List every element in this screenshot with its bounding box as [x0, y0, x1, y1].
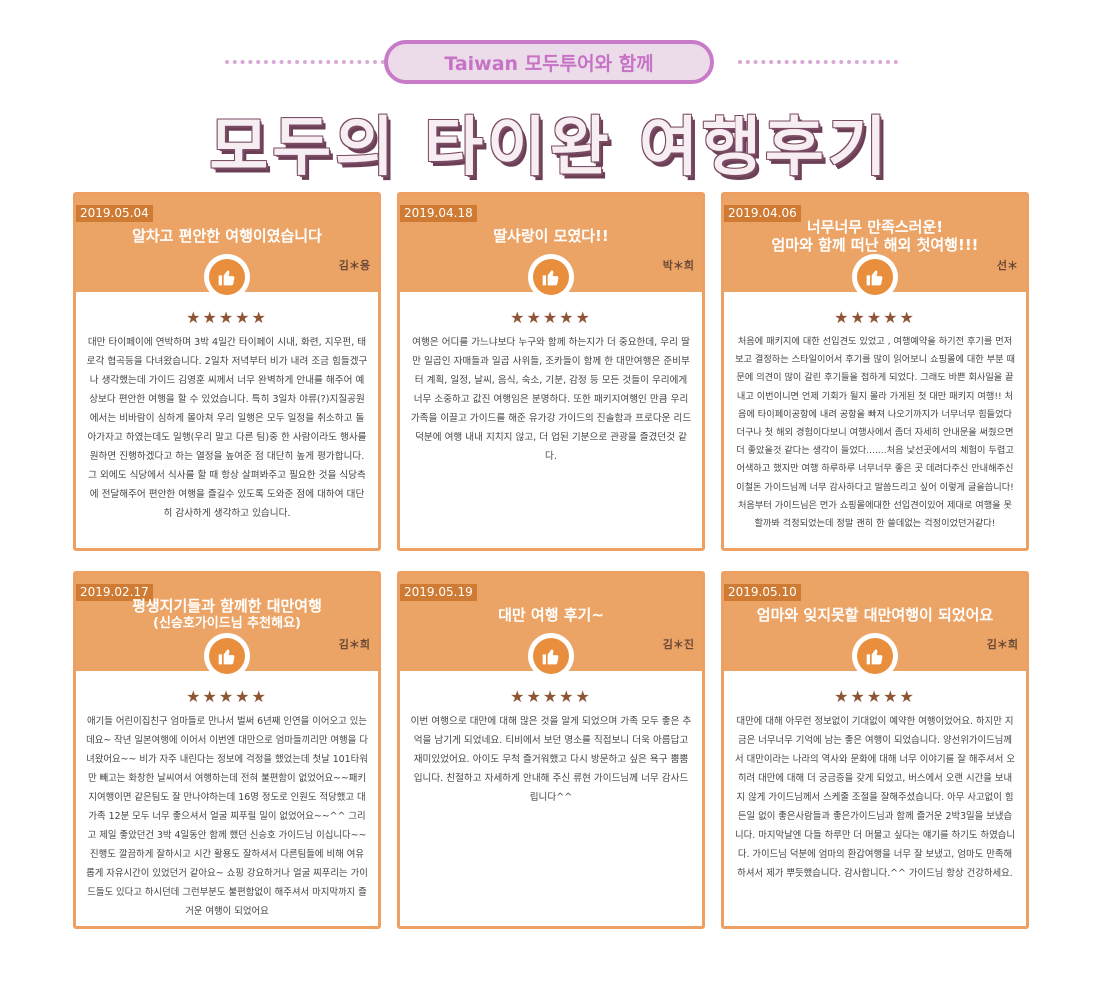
review-card: 2019.05.04 알차고 편안한 여행이였습니다 김＊용 ★★★★★ 대만 … [73, 192, 381, 551]
review-card: 2019.02.17 평생지기들과 함께한 대만여행 (신승호가이드님 추천해요… [73, 571, 381, 929]
thumbs-up-badge [204, 633, 250, 679]
thumbs-up-badge [852, 633, 898, 679]
review-text: 대만 타이페이에 연박하며 3박 4일간 타이페이 시내, 화련, 지우펀, 태… [86, 337, 368, 519]
review-title: 알차고 편안한 여행이였습니다 [132, 227, 322, 245]
review-text: 처음에 패키지에 대한 선입견도 있었고 , 여행예약을 하기전 후기를 먼저 … [735, 336, 1015, 530]
review-title-line1: 평생지기들과 함께한 대만여행 [132, 597, 322, 615]
star-rating: ★★★★★ [510, 687, 592, 706]
review-date: 2019.05.04 [76, 205, 153, 222]
review-card-header: 2019.02.17 평생지기들과 함께한 대만여행 (신승호가이드님 추천해요… [76, 574, 378, 679]
review-subtitle: (신승호가이드님 추천해요) [153, 616, 301, 631]
review-card-header: 2019.05.19 대만 여행 후기~ 김＊진 [400, 574, 702, 679]
review-card: 2019.04.06 너무너무 만족스러운! 엄마와 함께 떠난 해외 첫여행!… [721, 192, 1029, 551]
review-author: 김＊용 [338, 259, 370, 272]
review-text: 이번 여행으로 대만에 대해 많은 것을 알게 되었으며 가족 모두 좋은 추억… [410, 716, 692, 803]
thumbs-up-icon [857, 638, 893, 674]
thumbs-up-badge [528, 254, 574, 300]
header-banner: Taiwan 모두투어와 함께 [0, 36, 1100, 90]
page-title: 모두의 타이완 여행후기 [209, 111, 891, 185]
review-author: 김＊진 [662, 638, 694, 651]
review-date: 2019.04.18 [400, 205, 477, 222]
review-date: 2019.05.10 [724, 584, 801, 601]
review-card-header: 2019.05.04 알차고 편안한 여행이였습니다 김＊용 [76, 195, 378, 300]
review-title: 평생지기들과 함께한 대만여행 (신승호가이드님 추천해요) [76, 597, 378, 633]
thumbs-up-badge [204, 254, 250, 300]
review-title: 엄마와 잊지못할 대만여행이 되었어요 [756, 606, 994, 624]
review-author: 김＊희 [986, 638, 1018, 651]
thumbs-up-icon [209, 259, 245, 295]
star-rating: ★★★★★ [834, 687, 916, 706]
review-card-header: 2019.05.10 엄마와 잊지못할 대만여행이 되었어요 김＊희 [724, 574, 1026, 679]
review-card-header: 2019.04.18 딸사랑이 모였다!! 박＊희 [400, 195, 702, 300]
review-author: 김＊희 [338, 638, 370, 651]
review-text: 여행은 어디를 가느냐보다 누구와 함께 하는지가 더 중요한데, 우리 딸만 … [410, 337, 692, 462]
dotted-divider-left [225, 60, 385, 64]
thumbs-up-icon [857, 259, 893, 295]
review-title: 대만 여행 후기~ [498, 606, 604, 624]
dotted-divider-right [738, 60, 898, 64]
review-title: 너무너무 만족스러운! 엄마와 함께 떠난 해외 첫여행!!! [724, 218, 1026, 254]
thumbs-up-icon [209, 638, 245, 674]
review-author: 박＊희 [662, 259, 694, 272]
review-card: 2019.05.19 대만 여행 후기~ 김＊진 ★★★★★ 이번 여행으로 대… [397, 571, 705, 929]
review-text: 대만에 대해 아무런 정보없이 기대없이 예약한 여행이었어요. 하지만 지금은… [735, 716, 1015, 879]
review-title-line1: 너무너무 만족스러운! [806, 218, 944, 236]
thumbs-up-badge [852, 254, 898, 300]
thumbs-up-icon [533, 638, 569, 674]
star-rating: ★★★★★ [510, 308, 592, 327]
star-rating: ★★★★★ [186, 687, 268, 706]
review-card-header: 2019.04.06 너무너무 만족스러운! 엄마와 함께 떠난 해외 첫여행!… [724, 195, 1026, 300]
review-title-line2: 엄마와 함께 떠난 해외 첫여행!!! [771, 236, 979, 254]
header-pill: Taiwan 모두투어와 함께 [384, 40, 714, 84]
star-rating: ★★★★★ [834, 308, 916, 327]
thumbs-up-badge [528, 633, 574, 679]
review-date: 2019.05.19 [400, 584, 477, 601]
star-rating: ★★★★★ [186, 308, 268, 327]
review-author: 선＊ [996, 259, 1018, 272]
thumbs-up-icon [533, 259, 569, 295]
review-title: 딸사랑이 모였다!! [493, 227, 609, 245]
review-text: 애기들 어린이집친구 엄마들로 만나서 벌써 6년째 인연을 이어오고 있는데요… [86, 716, 368, 917]
review-card: 2019.04.18 딸사랑이 모였다!! 박＊희 ★★★★★ 여행은 어디를 … [397, 192, 705, 551]
review-card: 2019.05.10 엄마와 잊지못할 대만여행이 되었어요 김＊희 ★★★★★… [721, 571, 1029, 929]
